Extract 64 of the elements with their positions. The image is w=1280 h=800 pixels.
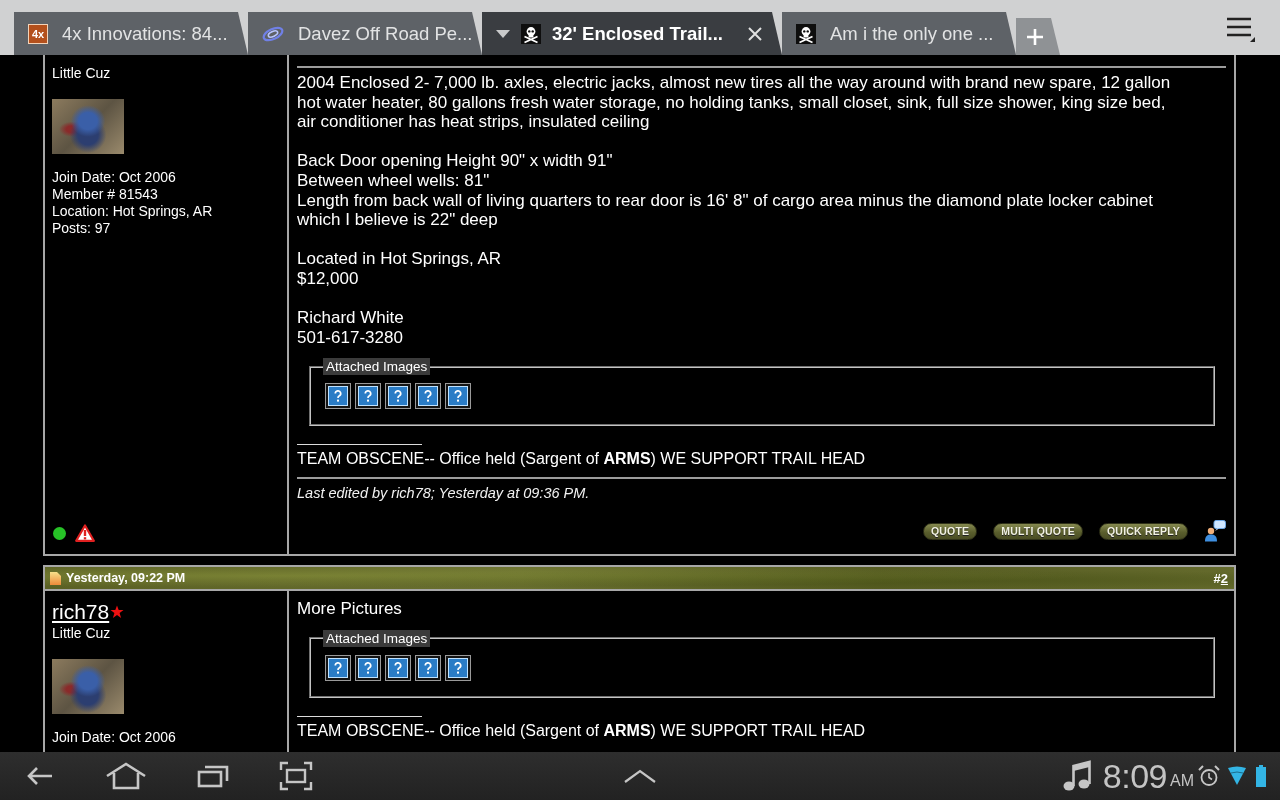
- document-icon: [50, 571, 61, 585]
- missing-image-icon[interactable]: [415, 654, 441, 681]
- clock-meridiem: AM: [1170, 772, 1194, 790]
- post-text: Length from back wall of living quarters to rear door is 16' 8" of cargo area minus the diamond plate locker cabinet which I believe is 22" deep: [297, 190, 1154, 230]
- battery-icon: [1256, 765, 1266, 787]
- post-text: Between wheel wells: 81": [297, 170, 491, 191]
- missing-image-icon[interactable]: [385, 654, 411, 681]
- caret-icon[interactable]: [496, 29, 510, 38]
- star-icon: [110, 605, 125, 620]
- signature-text: TEAM OBSCENE-- Office held (Sargent of ARMS) WE SUPPORT TRAIL HEAD: [297, 720, 867, 740]
- person-speech-bubble-icon[interactable]: [1204, 520, 1226, 543]
- close-icon[interactable]: [748, 26, 762, 41]
- user-stat: Join Date: Oct 2006: [52, 729, 177, 747]
- user-stat: Member # 81543: [52, 186, 159, 203]
- music-note-icon: [1062, 760, 1091, 792]
- user-stat: Location: Hot Springs, AR: [52, 203, 214, 220]
- photo-placeholder: [52, 99, 124, 154]
- post-text: Richard White: [297, 308, 405, 328]
- missing-image-icon[interactable]: [355, 654, 381, 681]
- browser-tab[interactable]: Am i the only one ...: [782, 12, 1016, 55]
- signature-text: TEAM OBSCENE-- Office held (Sargent of ARMS) WE SUPPORT TRAIL HEAD: [297, 449, 867, 469]
- browser-tab[interactable]: 32' Enclosed Trail...: [482, 12, 782, 55]
- photo-placeholder: [52, 659, 124, 715]
- post-number-link[interactable]: #2: [1213, 570, 1228, 586]
- skull-crossbones-icon: [796, 23, 816, 44]
- skull-crossbones-icon: [521, 23, 541, 44]
- browser-tab[interactable]: Davez Off Road Pe...: [248, 12, 482, 55]
- action-button[interactable]: QUICK REPLY: [1099, 522, 1188, 540]
- alarm-clock-icon: [1198, 765, 1220, 787]
- user-stat: Join Date: Oct 2006: [52, 169, 177, 186]
- post-text: 501-617-3280: [297, 327, 404, 348]
- post-text: $12,000: [297, 268, 360, 289]
- missing-image-icon[interactable]: [325, 654, 351, 681]
- attachments-legend: Attached Images: [323, 358, 431, 376]
- edit-note: Last edited by rich78; Yesterday at 09:36 PM.: [297, 485, 591, 503]
- post-text: Located in Hot Springs, AR: [297, 249, 503, 269]
- chevron-up-icon[interactable]: [624, 769, 656, 783]
- plus-icon: [1026, 27, 1044, 46]
- missing-image-icon[interactable]: [325, 383, 351, 410]
- wifi-icon: [1228, 766, 1246, 786]
- user-stat: Posts: 97: [52, 220, 112, 237]
- browser-tab[interactable]: 4x 4x Innovations: 84...: [14, 12, 248, 55]
- action-button[interactable]: QUOTE: [922, 522, 978, 540]
- missing-image-icon[interactable]: [415, 383, 441, 410]
- username-link[interactable]: rich78: [52, 600, 110, 625]
- new-tab-button[interactable]: [1016, 18, 1060, 55]
- attachments-legend: Attached Images: [323, 629, 431, 647]
- post-text: More Pictures: [297, 599, 403, 619]
- missing-image-icon[interactable]: [355, 383, 381, 410]
- user-rank: Little Cuz: [52, 64, 112, 82]
- post-date: Yesterday, 09:22 PM: [66, 571, 186, 586]
- swirl-icon: [262, 24, 284, 43]
- user-rank: Little Cuz: [52, 624, 112, 643]
- missing-image-icon[interactable]: [445, 654, 471, 681]
- missing-image-icon[interactable]: [385, 383, 411, 410]
- post-text: Back Door opening Height 90" x width 91": [297, 151, 614, 171]
- action-button[interactable]: MULTI QUOTE: [993, 522, 1083, 540]
- screenshot-icon[interactable]: [279, 761, 313, 791]
- post-text: 2004 Enclosed 2- 7,000 lb. axles, electric jacks, almost new tires all the way around with brand new spare, 12 gallon hot water heater, 80 gallons fresh water storage, no holding tanks, small closet, sink, full size shower, king size bed, air conditioner has heat strips, insulated ceiling: [297, 73, 1172, 132]
- home-icon[interactable]: [105, 761, 147, 791]
- missing-image-icon[interactable]: [445, 383, 471, 410]
- clock-time: 8:09: [1102, 757, 1167, 795]
- warning-icon[interactable]: [75, 524, 95, 543]
- site-logo: 4x: [28, 23, 48, 44]
